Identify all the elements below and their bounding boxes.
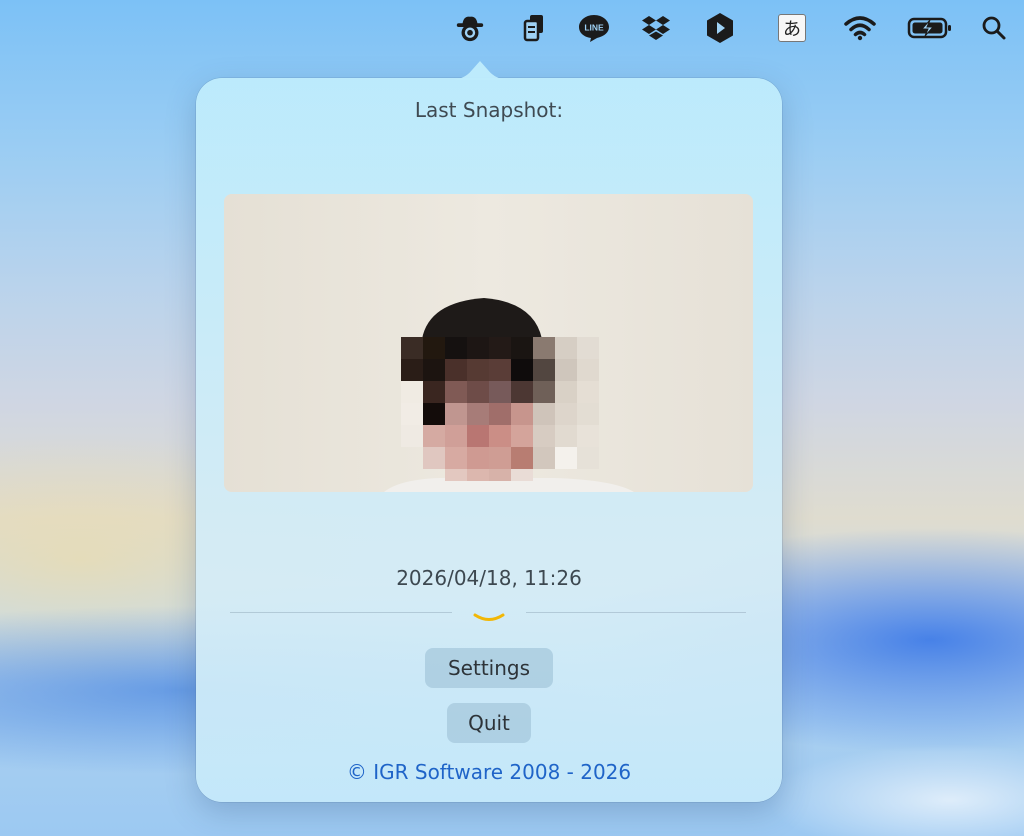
input-method-label: あ: [778, 14, 806, 42]
shortcut-play-icon[interactable]: [704, 12, 736, 44]
snapshot-popover: Last Snapshot: 2026/04/18, 11:26 Setting…: [196, 61, 782, 802]
battery-charging-icon[interactable]: [906, 12, 954, 44]
quit-button[interactable]: Quit: [447, 703, 531, 743]
chevron-down-icon[interactable]: [471, 610, 507, 626]
snapshot-timestamp: 2026/04/18, 11:26: [396, 566, 582, 590]
popover-arrow: [450, 61, 510, 80]
search-icon[interactable]: [978, 12, 1010, 44]
menu-bar: LINE あ: [0, 0, 1024, 56]
line-app-label: LINE: [584, 23, 604, 33]
divider-left: [230, 612, 452, 613]
line-app-icon[interactable]: LINE: [576, 12, 612, 44]
settings-button[interactable]: Settings: [425, 648, 553, 688]
input-method-icon[interactable]: あ: [776, 12, 808, 44]
wifi-icon[interactable]: [844, 12, 876, 44]
divider-right: [526, 612, 746, 613]
clipboard-icon[interactable]: [518, 12, 550, 44]
spy-hat-icon[interactable]: [454, 12, 486, 44]
popover-title: Last Snapshot:: [414, 98, 564, 122]
snapshot-image: [224, 194, 753, 492]
copyright-text: © IGR Software 2008 - 2026: [346, 760, 632, 784]
dropbox-icon[interactable]: [640, 12, 672, 44]
